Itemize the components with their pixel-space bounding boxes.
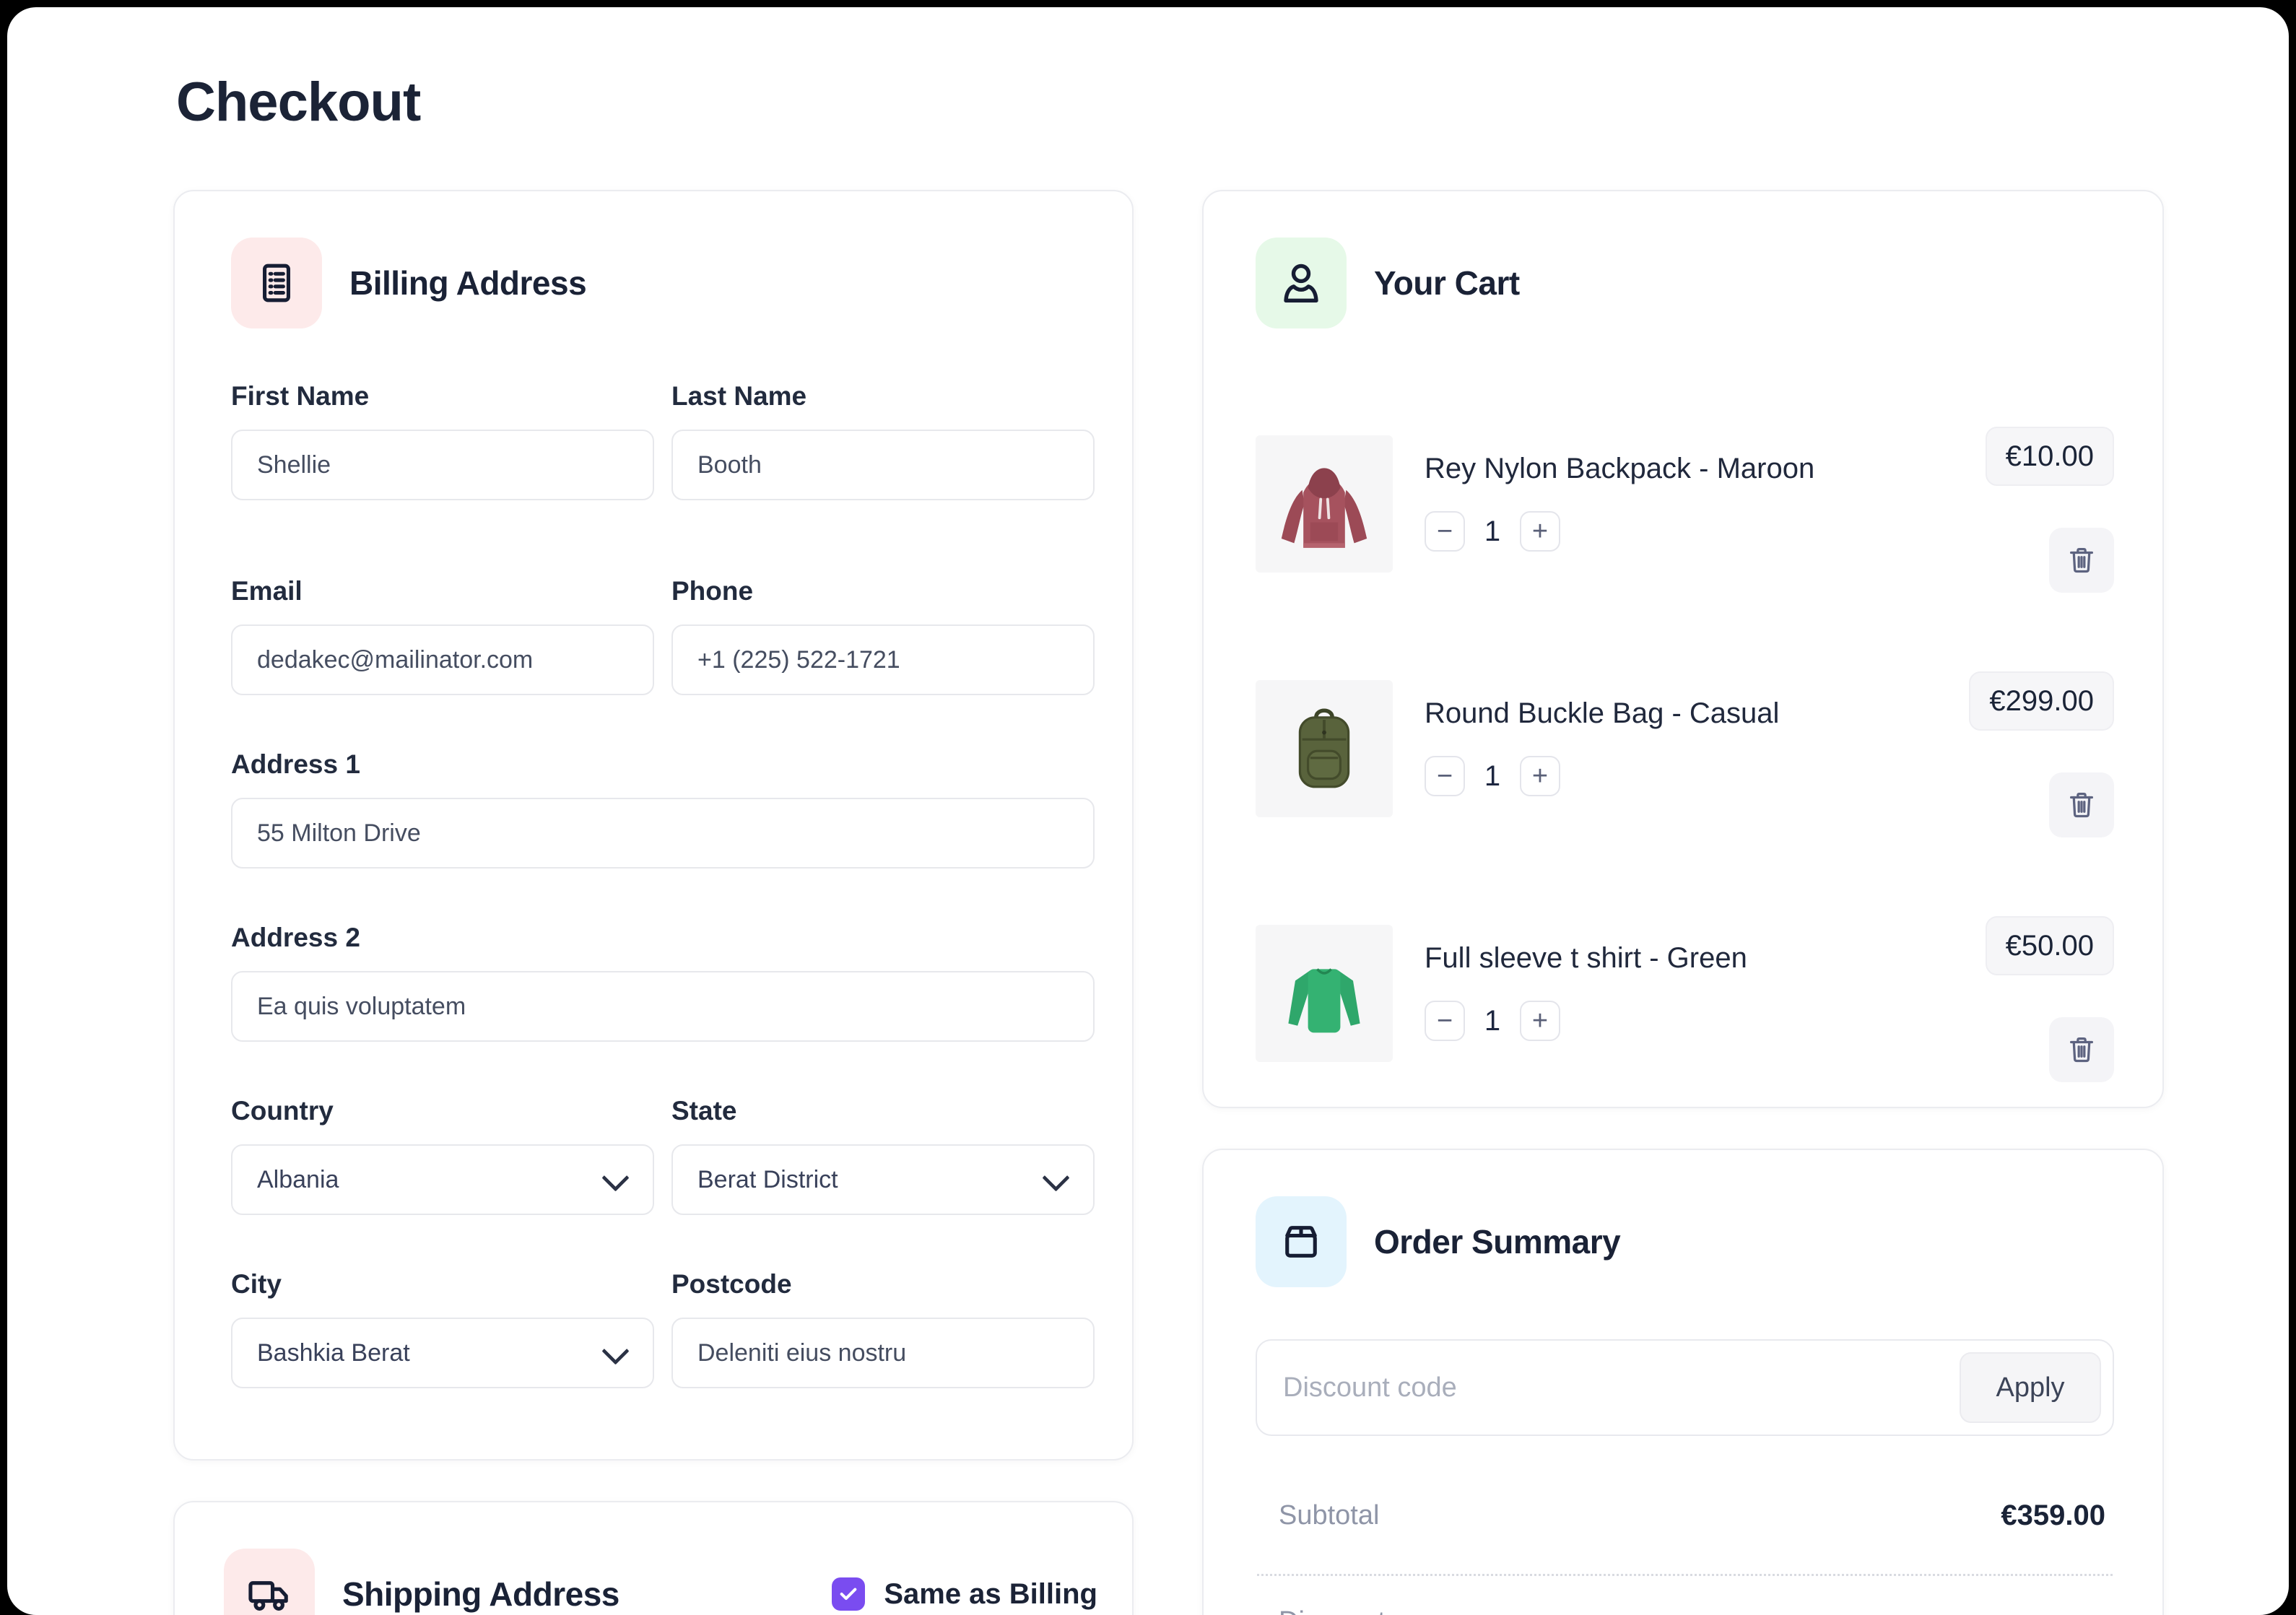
address2-input[interactable] <box>231 971 1095 1042</box>
checkout-page: Checkout Billing Address First Name <box>7 7 2289 1615</box>
summary-card-header: Order Summary <box>1256 1196 2114 1287</box>
quantity-value: 1 <box>1465 515 1520 548</box>
same-as-billing-label: Same as Billing <box>884 1578 1097 1611</box>
quantity-value: 1 <box>1465 1005 1520 1037</box>
quantity-increase-button[interactable]: + <box>1520 511 1560 552</box>
product-image-green-shirt <box>1256 925 1393 1062</box>
cart-item: Rey Nylon Backpack - Maroon − 1 + €10.00 <box>1256 435 2114 593</box>
person-icon <box>1256 238 1347 328</box>
quantity-decrease-button[interactable]: − <box>1425 511 1465 552</box>
quantity-increase-button[interactable]: + <box>1520 1001 1560 1041</box>
first-name-input[interactable] <box>231 430 654 500</box>
subtotal-row: Subtotal €359.00 <box>1256 1499 2114 1532</box>
billing-card-title: Billing Address <box>349 264 586 302</box>
address1-input[interactable] <box>231 798 1095 869</box>
cart-card: Your Cart Re <box>1202 190 2164 1108</box>
email-input[interactable] <box>231 624 654 695</box>
summary-divider <box>1257 1574 2113 1576</box>
quantity-decrease-button[interactable]: − <box>1425 756 1465 796</box>
same-as-billing-group: Same as Billing <box>832 1577 1097 1611</box>
same-as-billing-checkbox[interactable] <box>832 1577 865 1611</box>
quantity-value: 1 <box>1465 760 1520 793</box>
country-label: Country <box>231 1095 654 1127</box>
cart-card-header: Your Cart <box>1256 238 2114 328</box>
email-label: Email <box>231 575 654 607</box>
address2-label: Address 2 <box>231 922 1095 954</box>
last-name-input[interactable] <box>671 430 1095 500</box>
discount-row: Discount <box>1256 1606 2114 1615</box>
state-label: State <box>671 1095 1095 1127</box>
remove-item-button[interactable] <box>2049 528 2114 593</box>
cart-card-title: Your Cart <box>1374 264 1520 302</box>
city-select[interactable]: Bashkia Berat <box>231 1318 654 1388</box>
order-summary-card: Order Summary Apply Subtotal €359.00 Dis… <box>1202 1149 2164 1615</box>
postcode-input[interactable] <box>671 1318 1095 1388</box>
country-select[interactable]: Albania <box>231 1144 654 1215</box>
billing-list-icon <box>231 238 322 328</box>
product-image-olive-backpack <box>1256 680 1393 817</box>
truck-icon <box>224 1549 315 1615</box>
package-icon <box>1256 1196 1347 1287</box>
cart-item: Full sleeve t shirt - Green − 1 + €50.00 <box>1256 925 2114 1082</box>
phone-input[interactable] <box>671 624 1095 695</box>
cart-item-name: Full sleeve t shirt - Green <box>1425 942 1941 975</box>
quantity-decrease-button[interactable]: − <box>1425 1001 1465 1041</box>
last-name-label: Last Name <box>671 380 1095 412</box>
postcode-label: Postcode <box>671 1268 1095 1300</box>
discount-label: Discount <box>1279 1606 1386 1615</box>
remove-item-button[interactable] <box>2049 772 2114 837</box>
item-price: €50.00 <box>1986 916 2114 975</box>
product-image-maroon-hoodie <box>1256 435 1393 573</box>
state-select[interactable]: Berat District <box>671 1144 1095 1215</box>
billing-address-card: Billing Address First Name Last Name Ema… <box>173 190 1134 1461</box>
shipping-card-title: Shipping Address <box>342 1575 619 1614</box>
quantity-increase-button[interactable]: + <box>1520 756 1560 796</box>
page-title: Checkout <box>176 71 420 134</box>
billing-form: First Name Last Name Email Phone <box>231 380 1095 1388</box>
discount-code-box: Apply <box>1256 1339 2114 1436</box>
subtotal-value: €359.00 <box>2001 1499 2105 1532</box>
discount-code-input[interactable] <box>1282 1372 1960 1404</box>
cart-item: Round Buckle Bag - Casual − 1 + €299.00 <box>1256 680 2114 837</box>
billing-card-header: Billing Address <box>231 238 1095 328</box>
item-price: €10.00 <box>1986 427 2114 486</box>
phone-label: Phone <box>671 575 1095 607</box>
remove-item-button[interactable] <box>2049 1017 2114 1082</box>
cart-item-name: Round Buckle Bag - Casual <box>1425 697 1941 730</box>
apply-discount-button[interactable]: Apply <box>1960 1352 2101 1423</box>
city-label: City <box>231 1268 654 1300</box>
shipping-card-header: Shipping Address <box>224 1549 619 1615</box>
shipping-address-card: Shipping Address Same as Billing <box>173 1501 1134 1615</box>
address1-label: Address 1 <box>231 749 1095 780</box>
first-name-label: First Name <box>231 380 654 412</box>
item-price: €299.00 <box>1969 671 2114 731</box>
cart-item-name: Rey Nylon Backpack - Maroon <box>1425 453 1941 485</box>
subtotal-label: Subtotal <box>1279 1500 1379 1531</box>
summary-card-title: Order Summary <box>1374 1222 1620 1261</box>
